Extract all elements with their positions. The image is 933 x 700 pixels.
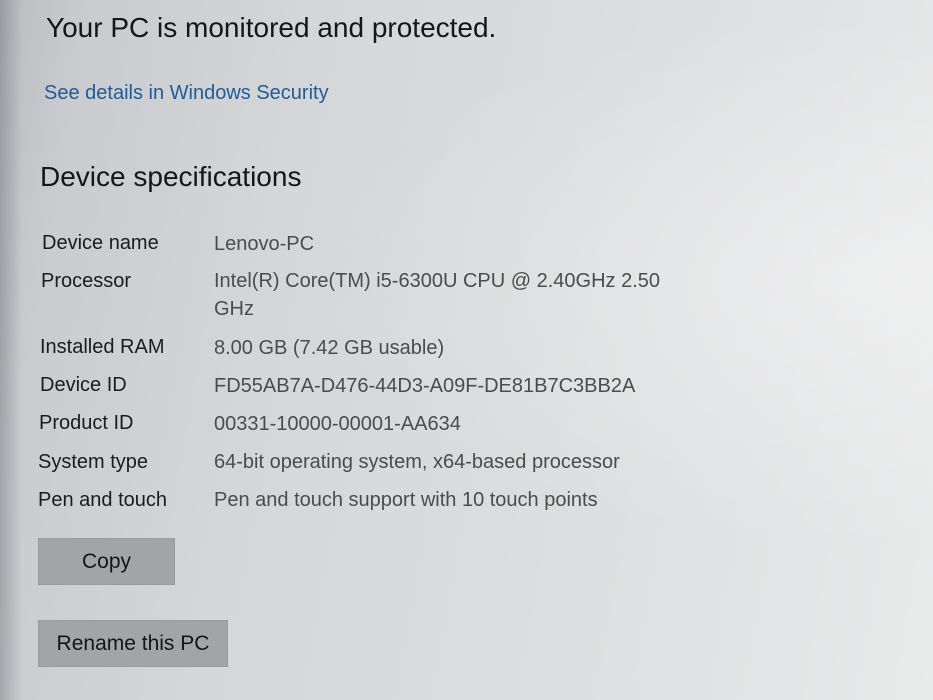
screen-edge-shade bbox=[0, 0, 22, 700]
device-specifications-heading: Device specifications bbox=[40, 161, 302, 192]
security-status-text: Your PC is monitored and protected. bbox=[46, 12, 497, 43]
spec-value-installed-ram: 8.00 GB (7.42 GB usable) bbox=[214, 337, 445, 359]
windows-security-link[interactable]: See details in Windows Security bbox=[44, 82, 329, 105]
spec-label-device-name: Device name bbox=[42, 232, 159, 254]
spec-label-processor: Processor bbox=[41, 270, 132, 292]
rename-pc-button[interactable]: Rename this PC bbox=[38, 620, 228, 667]
spec-value-pen-and-touch: Pen and touch support with 10 touch poin… bbox=[214, 489, 598, 511]
spec-value-processor: Intel(R) Core(TM) i5-6300U CPU @ 2.40GHz… bbox=[214, 270, 660, 320]
spec-label-pen-and-touch: Pen and touch bbox=[38, 489, 167, 511]
spec-label-product-id: Product ID bbox=[39, 412, 134, 434]
rename-pc-button-label: Rename this PC bbox=[56, 631, 210, 655]
spec-value-device-id: FD55AB7A-D476-44D3-A09F-DE81B7C3BB2A bbox=[214, 375, 636, 397]
spec-label-installed-ram: Installed RAM bbox=[40, 336, 165, 358]
spec-value-product-id: 00331-10000-00001-AA634 bbox=[214, 413, 461, 435]
copy-button[interactable]: Copy bbox=[38, 538, 175, 585]
spec-label-device-id: Device ID bbox=[40, 374, 127, 396]
copy-button-label: Copy bbox=[81, 549, 132, 573]
spec-value-system-type: 64-bit operating system, x64-based proce… bbox=[214, 451, 620, 473]
spec-value-device-name: Lenovo-PC bbox=[214, 233, 315, 255]
spec-label-system-type: System type bbox=[38, 451, 149, 473]
